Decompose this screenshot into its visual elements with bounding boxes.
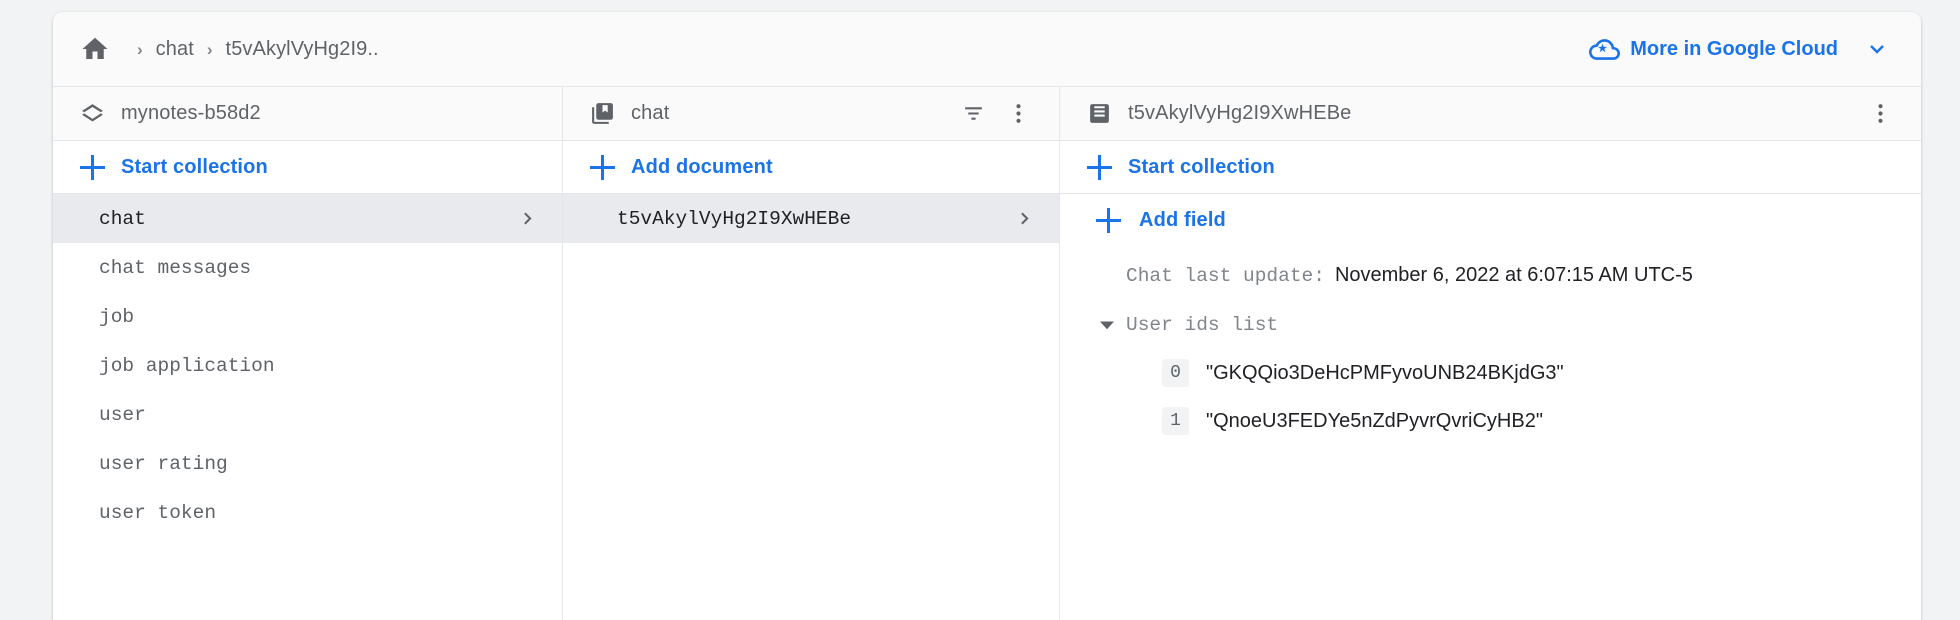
- field-key: Chat last update:: [1126, 264, 1325, 287]
- document-label: t5vAkylVyHg2I9XwHEBe: [617, 207, 852, 230]
- plus-icon: [1087, 154, 1112, 180]
- more-in-google-cloud-button[interactable]: More in Google Cloud: [1589, 34, 1889, 65]
- breadcrumb-item-chat[interactable]: chat: [156, 38, 194, 61]
- array-index-badge: 0: [1162, 359, 1189, 387]
- collection-item-user-token[interactable]: user token: [53, 488, 562, 537]
- plus-icon: [80, 154, 105, 180]
- field-value: November 6, 2022 at 6:07:15 AM UTC-5: [1334, 264, 1693, 286]
- fields-list: Chat last update: November 6, 2022 at 6:…: [1060, 247, 1921, 445]
- plus-icon: [1096, 208, 1121, 233]
- collection-label: job application: [99, 354, 275, 377]
- start-collection-button[interactable]: Start collection: [53, 141, 562, 194]
- panels-container: mynotes-b58d2 Start collection chat chat…: [53, 87, 1921, 620]
- collection-label: user rating: [99, 452, 228, 475]
- document-header-actions: [1868, 101, 1893, 126]
- document-icon: [1087, 101, 1112, 126]
- chevron-right-icon: [1014, 208, 1035, 229]
- breadcrumb-separator-1: ›: [137, 39, 143, 59]
- chevron-right-icon: [517, 208, 538, 229]
- document-header: t5vAkylVyHg2I9XwHEBe: [1060, 87, 1921, 141]
- document-item[interactable]: t5vAkylVyHg2I9XwHEBe: [563, 194, 1059, 243]
- cloud-icon: [1589, 34, 1621, 65]
- breadcrumb-bar: › chat › t5vAkylVyHg2I9.. More in Google…: [53, 12, 1921, 87]
- breadcrumb-separator-2: ›: [206, 39, 213, 59]
- collection-label: user token: [99, 501, 217, 524]
- field-key: User ids list: [1126, 313, 1279, 336]
- array-value: "GKQQio3DeHcPMFyvoUNB24BKjdG3": [1206, 361, 1564, 384]
- collection-item-chat-messages[interactable]: chat messages: [53, 243, 562, 292]
- breadcrumb-item-document[interactable]: t5vAkylVyHg2I9..: [226, 38, 379, 61]
- expand-triangle-icon[interactable]: [1096, 314, 1118, 336]
- home-icon[interactable]: [80, 34, 124, 64]
- start-collection-button[interactable]: Start collection: [1060, 141, 1921, 194]
- more-vert-icon[interactable]: [1006, 101, 1031, 126]
- array-item-0[interactable]: 0 "GKQQio3DeHcPMFyvoUNB24BKjdG3": [1060, 349, 1921, 397]
- start-collection-label: Start collection: [121, 155, 268, 178]
- field-twisty-placeholder: [1096, 265, 1118, 287]
- add-field-label: Add field: [1139, 209, 1226, 231]
- chevron-down-icon[interactable]: [1865, 37, 1889, 61]
- filter-icon[interactable]: [961, 101, 986, 126]
- array-value: "QnoeU3FEDYe5nZdPyvrQvriCyHB2": [1206, 409, 1543, 432]
- documents-panel: chat Add document t5vAkylVyHg2I9XwHEBe: [563, 87, 1060, 620]
- document-detail-panel: t5vAkylVyHg2I9XwHEBe Start collection Ad…: [1060, 87, 1921, 620]
- start-collection-label: Start collection: [1128, 155, 1275, 178]
- add-document-button[interactable]: Add document: [563, 141, 1059, 194]
- add-document-label: Add document: [631, 155, 773, 178]
- collection-label: job: [99, 305, 135, 328]
- collection-header: chat: [563, 87, 1059, 141]
- more-in-google-cloud-label: More in Google Cloud: [1630, 37, 1838, 60]
- field-row-user-ids-list[interactable]: User ids list: [1060, 300, 1921, 349]
- project-header: mynotes-b58d2: [53, 87, 562, 141]
- collection-label: user: [99, 403, 146, 426]
- collection-item-user-rating[interactable]: user rating: [53, 439, 562, 488]
- plus-icon: [590, 154, 615, 180]
- more-vert-icon[interactable]: [1868, 101, 1893, 126]
- document-id: t5vAkylVyHg2I9XwHEBe: [1128, 102, 1352, 124]
- project-name: mynotes-b58d2: [121, 102, 261, 124]
- collection-item-chat[interactable]: chat: [53, 194, 562, 243]
- collection-label: chat messages: [99, 256, 252, 279]
- array-item-1[interactable]: 1 "QnoeU3FEDYe5nZdPyvrQvriCyHB2": [1060, 397, 1921, 445]
- collection-icon: [590, 101, 615, 126]
- project-stack-icon: [80, 101, 105, 126]
- add-field-button[interactable]: Add field: [1060, 194, 1921, 247]
- breadcrumb: › chat › t5vAkylVyHg2I9..: [80, 34, 1589, 64]
- array-index-badge: 1: [1162, 407, 1189, 435]
- collections-panel: mynotes-b58d2 Start collection chat chat…: [53, 87, 563, 620]
- collection-header-actions: [961, 101, 1031, 126]
- collection-item-user[interactable]: user: [53, 390, 562, 439]
- collection-item-job[interactable]: job: [53, 292, 562, 341]
- field-row-chat-last-update[interactable]: Chat last update: November 6, 2022 at 6:…: [1060, 251, 1921, 300]
- collection-label: chat: [99, 207, 146, 230]
- firestore-data-panel: › chat › t5vAkylVyHg2I9.. More in Google…: [53, 12, 1921, 620]
- collection-item-job-application[interactable]: job application: [53, 341, 562, 390]
- collection-name: chat: [631, 102, 670, 124]
